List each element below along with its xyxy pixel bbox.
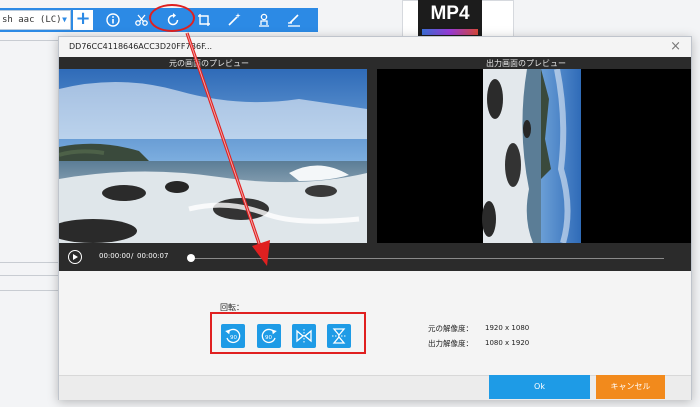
add-button[interactable]: + <box>73 10 93 30</box>
dialog-title: DD76CC4118646ACC3D20FF7B6F... <box>69 42 213 51</box>
watermark-icon[interactable] <box>255 11 273 29</box>
current-time: 00:00:00 <box>99 252 131 260</box>
time-separator: / <box>131 252 134 260</box>
preview-player: 元の画面のプレビュー 出力画面のプレビュー 00:00:00 / 00:00:0… <box>59 57 691 271</box>
rotate-right-90-icon: 90 <box>261 328 277 344</box>
rotate-dialog: DD76CC4118646ACC3D20FF7B6F... × 元の画面のプレビ… <box>58 36 692 400</box>
rotate-left-90-button[interactable]: 90 <box>221 324 245 348</box>
output-preview-label: 出力画面のプレビュー <box>486 59 566 68</box>
codec-select[interactable]: sh aac (LC) ▼ <box>0 10 71 30</box>
info-icon[interactable] <box>104 11 122 29</box>
rotate-right-90-button[interactable]: 90 <box>257 324 281 348</box>
rotate-left-90-icon: 90 <box>225 328 241 344</box>
divider <box>0 275 58 276</box>
total-time: 00:00:07 <box>137 252 169 260</box>
ok-button[interactable]: Ok <box>489 375 590 399</box>
codec-select-value: sh aac (LC) <box>2 15 62 25</box>
cancel-button[interactable]: キャンセル <box>596 375 665 399</box>
divider <box>0 290 58 291</box>
flip-horizontal-button[interactable] <box>292 324 316 348</box>
seek-bar[interactable] <box>190 258 664 259</box>
output-resolution-label: 出力解像度： <box>428 339 473 348</box>
playback-controls: 00:00:00 / 00:00:07 <box>59 247 691 271</box>
output-preview <box>377 69 691 243</box>
output-resolution-value: 1080 x 1920 <box>485 339 530 347</box>
rotate-right-90-text: 90 <box>265 335 272 341</box>
mp4-format-thumbnail[interactable]: MP4 <box>418 0 482 38</box>
mp4-format-label: MP4 <box>430 3 470 24</box>
play-button[interactable] <box>68 250 82 264</box>
chevron-down-icon[interactable]: ▼ <box>62 11 67 29</box>
original-preview-label: 元の画面のプレビュー <box>169 59 249 68</box>
divider <box>0 262 58 263</box>
rotate-left-90-text: 90 <box>230 335 237 341</box>
beach-scene-image <box>59 69 367 243</box>
flip-vertical-button[interactable] <box>327 324 351 348</box>
original-resolution-label: 元の解像度： <box>428 324 473 333</box>
crop-icon[interactable] <box>195 11 213 29</box>
original-resolution-value: 1920 x 1080 <box>485 324 530 332</box>
flip-horizontal-icon <box>296 329 312 343</box>
close-icon[interactable]: × <box>670 39 681 54</box>
flip-vertical-icon <box>332 328 346 344</box>
effect-wand-icon[interactable] <box>225 11 243 29</box>
rotated-scene-image <box>377 69 691 243</box>
edit-subtitle-icon[interactable] <box>285 11 303 29</box>
format-stripe <box>422 29 478 35</box>
seek-thumb[interactable] <box>187 254 195 262</box>
original-preview <box>59 69 367 243</box>
rotate-tool-highlight <box>149 4 195 32</box>
play-icon <box>73 253 78 260</box>
